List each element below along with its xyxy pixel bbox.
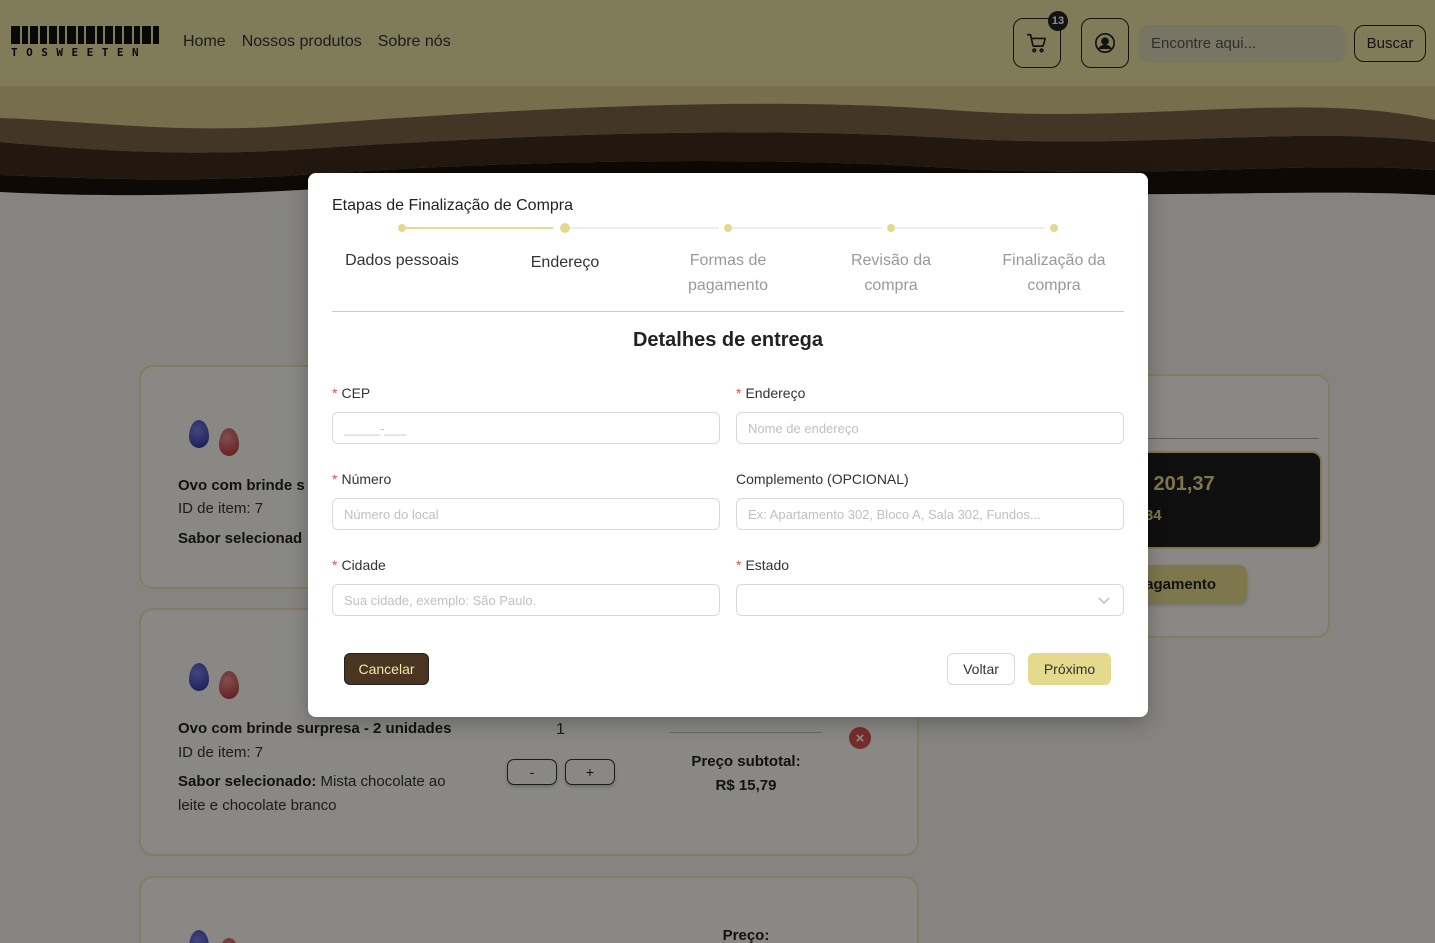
address-label: * Endereço <box>736 385 806 401</box>
step-dot-completion <box>1050 224 1058 232</box>
back-button[interactable]: Voltar <box>947 653 1015 685</box>
step-dot-personal-data <box>398 224 406 232</box>
step-review: Revisão da compra <box>850 252 932 294</box>
step-dot-review <box>887 224 895 232</box>
state-select[interactable] <box>736 584 1124 616</box>
required-marker: * <box>736 385 742 401</box>
next-button[interactable]: Próximo <box>1028 653 1111 685</box>
step-completion: Finalização da compra <box>1002 252 1106 294</box>
checkout-stepper: Dados pessoais Endereço Formas de pagame… <box>332 221 1124 301</box>
cep-field[interactable] <box>332 412 720 444</box>
step-connector <box>732 227 882 229</box>
modal-title: Etapas de Finalização de Compra <box>332 197 574 214</box>
step-personal-data[interactable]: Dados pessoais <box>337 248 467 273</box>
step-connector <box>895 227 1045 229</box>
address-field[interactable] <box>736 412 1124 444</box>
complement-field[interactable] <box>736 498 1124 530</box>
cancel-button[interactable]: Cancelar <box>344 653 429 685</box>
chevron-down-icon <box>1098 597 1110 604</box>
complement-label: Complemento (OPCIONAL) <box>736 471 909 487</box>
step-payment: Formas de pagamento <box>687 252 769 294</box>
required-marker: * <box>736 557 742 573</box>
required-marker: * <box>332 385 338 401</box>
step-dot-payment <box>724 224 732 232</box>
checkout-modal: Etapas de Finalização de Compra Dados pe… <box>308 173 1148 717</box>
city-field[interactable] <box>332 584 720 616</box>
city-label: * Cidade <box>332 557 386 573</box>
step-connector-done <box>405 227 553 229</box>
cep-label: * CEP <box>332 385 371 401</box>
number-label: * Número <box>332 471 392 487</box>
step-address[interactable]: Endereço <box>500 250 630 275</box>
step-dot-address <box>560 223 570 233</box>
state-label: * Estado <box>736 557 790 573</box>
number-field[interactable] <box>332 498 720 530</box>
step-connector <box>569 227 719 229</box>
required-marker: * <box>332 557 338 573</box>
divider <box>332 311 1124 312</box>
required-marker: * <box>332 471 338 487</box>
section-title: Detalhes de entrega <box>632 329 824 351</box>
